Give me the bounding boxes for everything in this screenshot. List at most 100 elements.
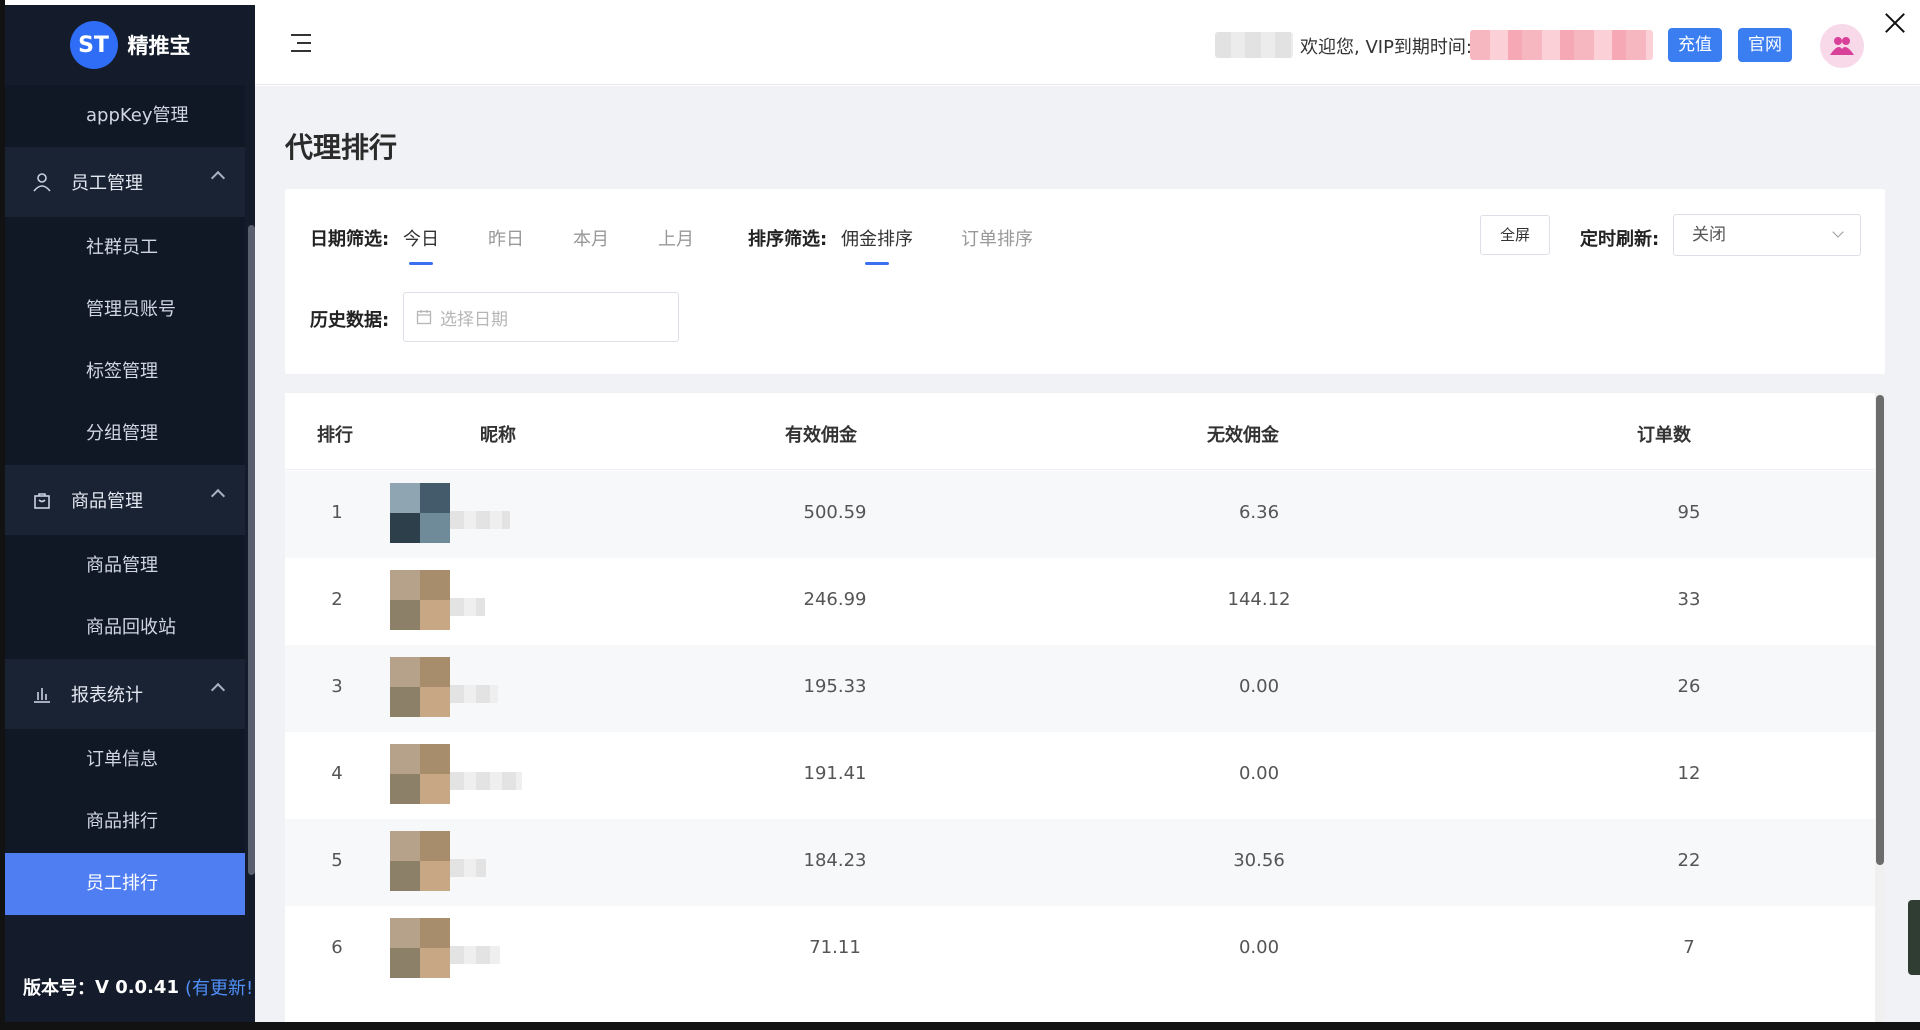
invalid-commission-cell: 6.36 — [1238, 502, 1280, 523]
history-date-placeholder: 选择日期 — [440, 309, 508, 330]
version-label: 版本号： — [23, 978, 95, 999]
sidebar-item-7[interactable]: 商品管理 — [5, 535, 245, 597]
history-date-picker[interactable]: 选择日期 — [403, 292, 679, 342]
nickname-blurred — [450, 511, 510, 529]
avatar-blurred — [390, 918, 450, 978]
date-option-this-month[interactable]: 本月 — [573, 225, 609, 251]
sidebar-menu: appKey管理 员工管理 社群员工 管理员账号 标签管理 分组管理 商品管理 商品管理 商品回… — [5, 85, 245, 955]
sidebar-item-12[interactable]: 员工排行 — [5, 853, 245, 915]
order-count-cell: 7 — [1683, 937, 1695, 958]
sidebar: ST 精推宝 appKey管理 员工管理 社群员工 管理员账号 标签管理 分组管理 商品管理… — [5, 5, 260, 1022]
menu-toggle-icon[interactable] — [291, 34, 315, 54]
table-row[interactable]: 3 195.33 0.00 26 — [285, 645, 1875, 732]
recharge-button[interactable]: 充值 — [1668, 28, 1722, 62]
vip-expiry-blurred — [1470, 30, 1653, 60]
rank-cell: 1 — [331, 502, 343, 523]
nickname-blurred — [450, 598, 485, 616]
auto-refresh-select[interactable]: 关闭 — [1673, 214, 1861, 256]
logo-icon: ST — [69, 21, 118, 69]
version-value: V 0.0.41 — [95, 976, 179, 998]
side-widget[interactable] — [1908, 900, 1920, 975]
users-icon — [1830, 37, 1854, 55]
app-window: ST 精推宝 appKey管理 员工管理 社群员工 管理员账号 标签管理 分组管理 商品管理… — [0, 0, 1920, 1030]
rank-cell: 4 — [331, 763, 343, 784]
sidebar-item-0[interactable]: appKey管理 — [5, 85, 245, 147]
table-scrollbar[interactable] — [1875, 393, 1885, 1030]
order-count-cell: 12 — [1677, 763, 1701, 784]
sidebar-item-9-group[interactable]: 报表统计 — [5, 659, 245, 729]
chevron-up-icon — [210, 488, 226, 504]
table-row[interactable]: 2 246.99 144.12 33 — [285, 558, 1875, 645]
nickname-blurred — [450, 772, 522, 790]
sidebar-item-11[interactable]: 商品排行 — [5, 791, 245, 853]
valid-commission-cell: 195.33 — [803, 676, 867, 697]
sidebar-item-4[interactable]: 标签管理 — [5, 341, 245, 403]
username-blurred — [1215, 32, 1293, 58]
close-icon[interactable] — [1882, 10, 1908, 36]
fullscreen-button[interactable]: 全屏 — [1480, 215, 1550, 255]
sidebar-item-5[interactable]: 分组管理 — [5, 403, 245, 465]
sidebar-item-label: 报表统计 — [71, 685, 143, 706]
table-row[interactable]: 4 191.41 0.00 12 — [285, 732, 1875, 819]
sort-option-commission[interactable]: 佣金排序 — [841, 225, 913, 265]
sidebar-item-2[interactable]: 社群员工 — [5, 217, 245, 279]
column-order-count[interactable]: 订单数 — [1637, 421, 1691, 447]
sidebar-item-1-group[interactable]: 员工管理 — [5, 147, 245, 217]
avatar-blurred — [390, 483, 450, 543]
column-rank[interactable]: 排行 — [317, 421, 353, 447]
valid-commission-cell: 500.59 — [803, 502, 867, 523]
column-invalid-commission[interactable]: 无效佣金 — [1207, 421, 1279, 447]
date-option-last-month[interactable]: 上月 — [658, 225, 694, 251]
column-valid-commission[interactable]: 有效佣金 — [785, 421, 857, 447]
sidebar-scrollbar[interactable] — [248, 225, 255, 875]
sidebar-item-8[interactable]: 商品回收站 — [5, 597, 245, 659]
top-header: 欢迎您, VIP到期时间: 充值 官网 — [255, 0, 1920, 85]
chevron-up-icon — [210, 682, 226, 698]
rank-cell: 2 — [331, 589, 343, 610]
valid-commission-cell: 71.11 — [809, 937, 861, 958]
date-option-today[interactable]: 今日 — [403, 225, 439, 265]
avatar-blurred — [390, 744, 450, 804]
avatar[interactable] — [1820, 24, 1864, 68]
filter-panel: 日期筛选: 今日 昨日 本月 上月 排序筛选: 佣金排序 订单排序 全屏 定时刷… — [285, 189, 1885, 374]
invalid-commission-cell: 30.56 — [1233, 850, 1285, 871]
nickname-blurred — [450, 946, 500, 964]
valid-commission-cell: 246.99 — [803, 589, 867, 610]
invalid-commission-cell: 0.00 — [1238, 763, 1280, 784]
table-row[interactable]: 1 500.59 6.36 95 — [285, 471, 1875, 558]
official-site-button[interactable]: 官网 — [1738, 28, 1792, 62]
avatar-blurred — [390, 831, 450, 891]
sidebar-item-3[interactable]: 管理员账号 — [5, 279, 245, 341]
rank-cell: 3 — [331, 676, 343, 697]
avatar-blurred — [390, 657, 450, 717]
valid-commission-cell: 191.41 — [803, 763, 867, 784]
table-row[interactable]: 5 184.23 30.56 22 — [285, 819, 1875, 906]
nickname-blurred — [450, 859, 486, 877]
sidebar-item-6-group[interactable]: 商品管理 — [5, 465, 245, 535]
date-filter-label: 日期筛选: — [310, 229, 390, 250]
order-count-cell: 33 — [1677, 589, 1701, 610]
column-nickname[interactable]: 昵称 — [480, 421, 516, 447]
shopping-bag-icon — [31, 489, 53, 511]
bar-chart-icon — [31, 683, 53, 705]
sidebar-item-10[interactable]: 订单信息 — [5, 729, 245, 791]
welcome-text: 欢迎您, VIP到期时间: — [1300, 37, 1472, 58]
auto-refresh-value: 关闭 — [1692, 225, 1726, 245]
page-title: 代理排行 — [285, 131, 398, 164]
valid-commission-cell: 184.23 — [803, 850, 867, 871]
logo[interactable]: ST 精推宝 — [5, 5, 255, 85]
user-icon — [31, 171, 53, 193]
sort-filter-label: 排序筛选: — [748, 229, 828, 250]
sort-option-orders[interactable]: 订单排序 — [961, 225, 1033, 251]
sidebar-item-label: 员工管理 — [71, 173, 143, 194]
nickname-blurred — [450, 685, 498, 703]
table-header: 排行 昵称 有效佣金 无效佣金 订单数 — [285, 393, 1875, 470]
invalid-commission-cell: 0.00 — [1238, 676, 1280, 697]
table-row[interactable]: 6 71.11 0.00 7 — [285, 906, 1875, 993]
order-count-cell: 95 — [1677, 502, 1701, 523]
update-link[interactable]: (有更新!) — [185, 974, 260, 1000]
rank-cell: 6 — [331, 937, 343, 958]
date-option-yesterday[interactable]: 昨日 — [488, 225, 524, 251]
invalid-commission-cell: 144.12 — [1227, 589, 1291, 610]
order-count-cell: 22 — [1677, 850, 1701, 871]
